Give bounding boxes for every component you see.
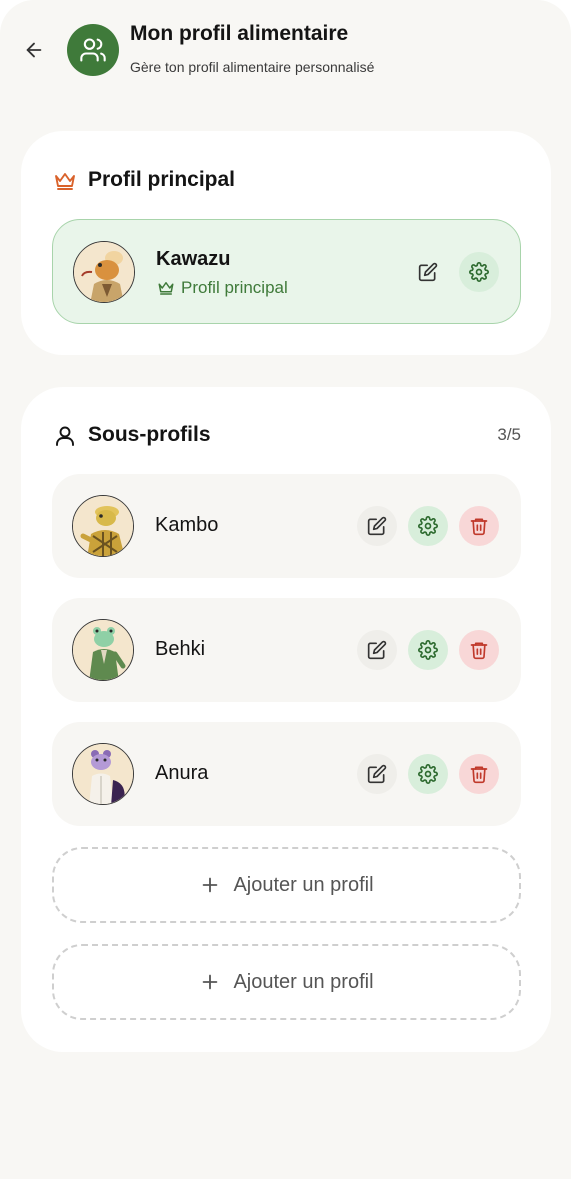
add-profile-label: Ajouter un profil bbox=[233, 970, 374, 993]
edit-icon bbox=[367, 640, 387, 660]
gear-icon bbox=[469, 262, 489, 282]
crown-icon bbox=[158, 282, 174, 295]
profile-name: Behki bbox=[155, 638, 206, 660]
edit-icon bbox=[418, 262, 438, 282]
main-profile-card: Profil principal Kawazu Profil principal bbox=[21, 131, 551, 355]
users-icon bbox=[80, 38, 106, 62]
avatar bbox=[72, 619, 134, 681]
sub-profiles-section-title: Sous-profils bbox=[88, 423, 211, 446]
settings-button[interactable] bbox=[408, 630, 448, 670]
trash-icon bbox=[470, 766, 488, 784]
settings-button[interactable] bbox=[408, 506, 448, 546]
edit-button[interactable] bbox=[357, 754, 397, 794]
avatar bbox=[72, 743, 134, 805]
sub-profile-row[interactable]: Kambo bbox=[52, 474, 521, 578]
edit-icon bbox=[367, 516, 387, 536]
settings-button[interactable] bbox=[408, 754, 448, 794]
add-profile-label: Ajouter un profil bbox=[233, 873, 374, 896]
edit-button[interactable] bbox=[357, 630, 397, 670]
sub-profiles-card: Sous-profils 3/5 Kambo Behki Anura Ajout… bbox=[21, 387, 551, 1052]
main-profile-row[interactable]: Kawazu Profil principal bbox=[52, 219, 521, 324]
delete-button[interactable] bbox=[459, 630, 499, 670]
header-avatar bbox=[67, 24, 119, 76]
main-profile-section-title: Profil principal bbox=[88, 168, 236, 191]
page-subtitle: Gère ton profil alimentaire personnalisé bbox=[130, 59, 375, 75]
gear-icon bbox=[418, 516, 438, 536]
profile-name: Kambo bbox=[155, 514, 219, 536]
sub-profile-row[interactable]: Behki bbox=[52, 598, 521, 702]
delete-button[interactable] bbox=[459, 754, 499, 794]
screen: Mon profil alimentaire Gère ton profil a… bbox=[0, 0, 571, 1179]
back-button[interactable] bbox=[20, 36, 48, 64]
edit-button[interactable] bbox=[408, 252, 448, 292]
trash-icon bbox=[470, 518, 488, 536]
profile-name: Kawazu bbox=[156, 248, 231, 270]
gear-icon bbox=[418, 764, 438, 784]
settings-button[interactable] bbox=[459, 252, 499, 292]
plus-icon bbox=[203, 974, 218, 990]
avatar bbox=[73, 241, 135, 303]
main-profile-badge: Profil principal bbox=[157, 278, 288, 298]
delete-button[interactable] bbox=[459, 506, 499, 546]
sub-profile-row[interactable]: Anura bbox=[52, 722, 521, 826]
sub-profiles-count: 3/5 bbox=[497, 425, 521, 444]
add-profile-button[interactable]: Ajouter un profil bbox=[52, 847, 521, 923]
arrow-left-icon bbox=[26, 42, 42, 58]
page-title: Mon profil alimentaire bbox=[130, 22, 349, 45]
edit-icon bbox=[367, 764, 387, 784]
add-profile-button[interactable]: Ajouter un profil bbox=[52, 944, 521, 1020]
plus-icon bbox=[203, 877, 218, 893]
gear-icon bbox=[418, 640, 438, 660]
edit-button[interactable] bbox=[357, 506, 397, 546]
trash-icon bbox=[470, 642, 488, 660]
profile-name: Anura bbox=[155, 762, 209, 784]
crown-icon bbox=[52, 168, 78, 194]
user-icon bbox=[52, 423, 78, 449]
badge-label: Profil principal bbox=[181, 278, 288, 297]
avatar bbox=[72, 495, 134, 557]
